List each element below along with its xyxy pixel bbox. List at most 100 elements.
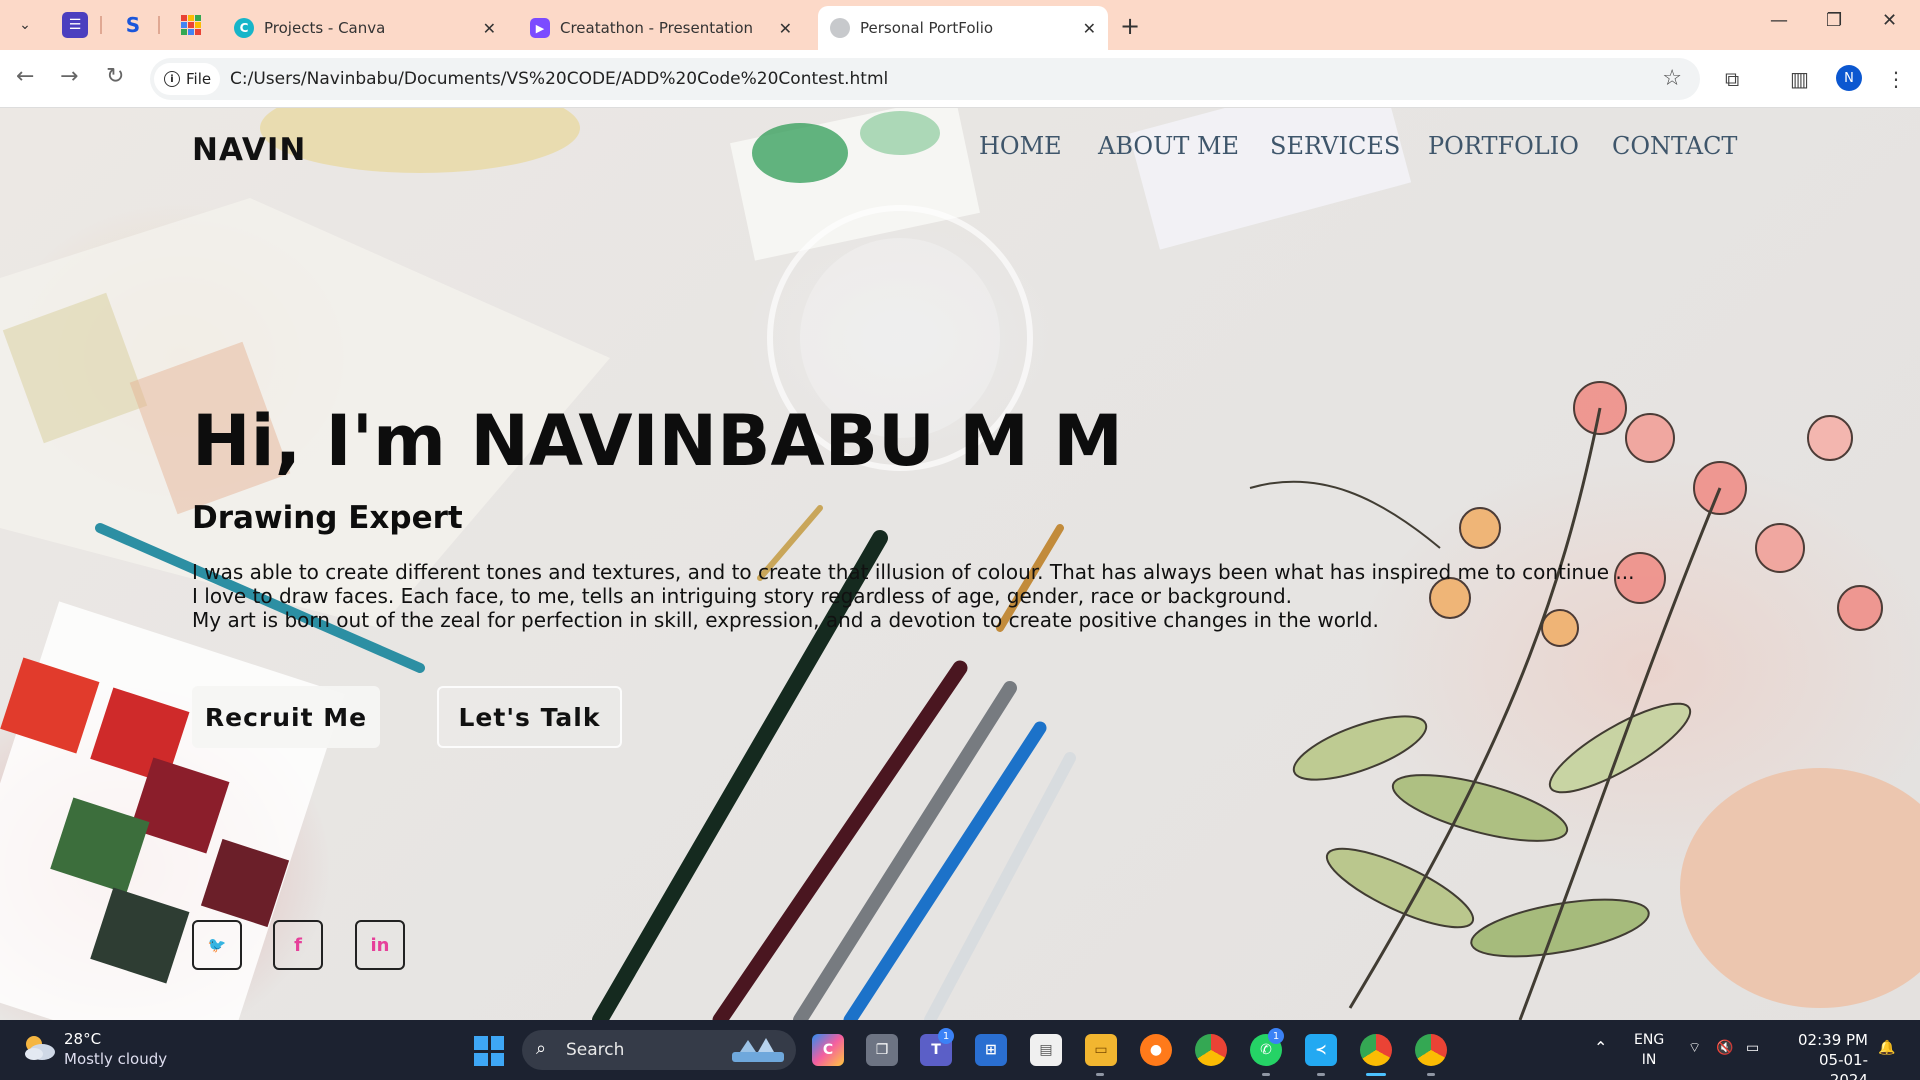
window-close-button[interactable]: ✕	[1882, 10, 1897, 31]
tab-title: Creatathon - Presentation	[560, 19, 754, 37]
grid-app-icon	[181, 15, 201, 35]
nav-contact[interactable]: CONTACT	[1612, 132, 1737, 160]
wifi-icon[interactable]: ⌔	[1688, 1038, 1701, 1058]
new-tab-button[interactable]: +	[1120, 12, 1140, 40]
weather-temperature[interactable]: 28°C	[64, 1030, 101, 1048]
whatsapp-badge: 1	[1268, 1028, 1284, 1044]
twitter-link[interactable]: 🐦	[192, 920, 242, 970]
canva-icon: C	[234, 18, 254, 38]
reload-button[interactable]: ↻	[106, 64, 124, 89]
running-indicator	[1317, 1073, 1325, 1076]
hero-paragraph-line: My art is born out of the zeal for perfe…	[192, 608, 1379, 632]
side-panel-icon[interactable]: ▥	[1790, 67, 1809, 91]
linkedin-icon: in	[370, 934, 390, 956]
nav-services[interactable]: SERVICES	[1270, 132, 1400, 160]
copilot-app-icon[interactable]: C	[812, 1034, 844, 1066]
hero-subtitle: Drawing Expert	[192, 500, 463, 536]
vscode-icon[interactable]: ≺	[1305, 1034, 1337, 1066]
mute-icon[interactable]: 🔇	[1716, 1038, 1733, 1058]
list-icon: ☰	[68, 17, 82, 33]
tab-portfolio[interactable]: Personal PortFolio ✕	[818, 6, 1108, 50]
search-highlight-icon	[732, 1038, 784, 1062]
clock-date: 05-01-2024	[1819, 1051, 1868, 1080]
minimize-button[interactable]: —	[1770, 10, 1788, 31]
language-indicator[interactable]: ENG IN	[1634, 1030, 1664, 1070]
linkedin-link[interactable]: in	[355, 920, 405, 970]
site-info-label: File	[186, 70, 212, 88]
taskbar-clock[interactable]: 02:39 PM 05-01-2024	[1784, 1030, 1868, 1080]
cloudy-weather-icon[interactable]	[22, 1034, 56, 1062]
hero-title: Hi, I'm NAVINBABU M M	[192, 400, 1123, 482]
windows-logo-pane	[490, 1052, 504, 1066]
menu-kebab-icon[interactable]: ⋮	[1886, 67, 1906, 91]
firefox-icon[interactable]: ●	[1140, 1034, 1172, 1066]
close-icon[interactable]: ✕	[779, 19, 792, 38]
windows-taskbar: 28°C Mostly cloudy ⌕ Search C ❐ T 1 ⊞ ▤ …	[0, 1020, 1920, 1080]
tab-title: Personal PortFolio	[860, 19, 994, 37]
running-indicator	[1262, 1073, 1270, 1076]
chrome-icon[interactable]	[1195, 1034, 1227, 1066]
url-text[interactable]: C:/Users/Navinbabu/Documents/VS%20CODE/A…	[230, 69, 888, 89]
twitter-icon: 🐦	[207, 936, 227, 954]
globe-icon	[830, 18, 850, 38]
tab-search-button[interactable]: ⌄	[10, 10, 40, 40]
profile-avatar[interactable]: N	[1836, 65, 1862, 91]
tab-title: Projects - Canva	[264, 19, 386, 37]
windows-logo-pane	[474, 1036, 488, 1050]
search-label: Search	[566, 1040, 625, 1060]
bookmark-star-icon[interactable]: ☆	[1662, 66, 1682, 91]
restore-button[interactable]: ❐	[1826, 10, 1842, 31]
tab-divider	[100, 16, 102, 34]
facebook-link[interactable]: f	[273, 920, 323, 970]
presentation-icon: ▶	[530, 18, 550, 38]
pinned-tab-tasks[interactable]: ☰	[62, 12, 88, 38]
lets-talk-button[interactable]: Let's Talk	[437, 686, 622, 748]
tab-canva[interactable]: C Projects - Canva ✕	[222, 6, 508, 50]
info-icon: i	[164, 71, 180, 87]
running-indicator	[1427, 1073, 1435, 1076]
battery-icon[interactable]: ▭	[1746, 1038, 1759, 1058]
hero-paragraph-line: I was able to create different tones and…	[192, 560, 1635, 584]
notification-bell-icon[interactable]: 🔔	[1878, 1038, 1895, 1058]
browser-toolbar: ← → ↻ i File C:/Users/Navinbabu/Document…	[0, 50, 1920, 108]
forward-button[interactable]: →	[60, 64, 78, 89]
clock-time: 02:39 PM	[1798, 1031, 1868, 1049]
recruit-me-button[interactable]: Recruit Me	[192, 686, 380, 748]
taskbar-search[interactable]: ⌕ Search	[522, 1030, 796, 1070]
nav-portfolio[interactable]: PORTFOLIO	[1428, 132, 1579, 160]
windows-logo-pane	[474, 1052, 488, 1066]
facebook-icon: f	[294, 934, 302, 956]
address-bar[interactable]: i File C:/Users/Navinbabu/Documents/VS%2…	[150, 58, 1700, 100]
search-icon: ⌕	[536, 1038, 547, 1059]
task-view-icon[interactable]: ❐	[866, 1034, 898, 1066]
close-icon[interactable]: ✕	[483, 19, 496, 38]
pinned-tab-grid[interactable]	[178, 12, 204, 38]
running-indicator	[1096, 1073, 1104, 1076]
microsoft-store-icon[interactable]: ⊞	[975, 1034, 1007, 1066]
active-indicator	[1366, 1073, 1386, 1076]
region-code: IN	[1641, 1052, 1657, 1068]
close-icon[interactable]: ✕	[1083, 19, 1096, 38]
chevron-up-icon[interactable]: ⌃	[1594, 1038, 1607, 1058]
tab-strip: ⌄ ☰ S C Projects - Canva ✕ ▶ Creatathon …	[0, 0, 1920, 50]
file-explorer-icon[interactable]: ▭	[1085, 1034, 1117, 1066]
tab-divider	[158, 16, 160, 34]
chevron-down-icon: ⌄	[19, 17, 31, 33]
start-button[interactable]	[474, 1036, 504, 1066]
windows-logo-pane	[490, 1036, 504, 1050]
teams-badge: 1	[938, 1028, 954, 1044]
nav-home[interactable]: HOME	[979, 132, 1062, 160]
pinned-tab-s[interactable]: S	[120, 12, 146, 38]
weather-description[interactable]: Mostly cloudy	[64, 1050, 167, 1068]
s-logo-icon: S	[125, 13, 141, 37]
language-code: ENG	[1634, 1032, 1665, 1048]
notepad-icon[interactable]: ▤	[1030, 1034, 1062, 1066]
nav-about-me[interactable]: ABOUT ME	[1098, 132, 1239, 160]
extensions-icon[interactable]: ⧉	[1725, 67, 1739, 91]
site-logo[interactable]: NAVIN	[192, 132, 306, 168]
chrome-profile-icon[interactable]	[1360, 1034, 1392, 1066]
chrome-icon-2[interactable]	[1415, 1034, 1447, 1066]
site-info-chip[interactable]: i File	[154, 63, 220, 95]
tab-creatathon[interactable]: ▶ Creatathon - Presentation ✕	[518, 6, 804, 50]
back-button[interactable]: ←	[16, 64, 34, 89]
